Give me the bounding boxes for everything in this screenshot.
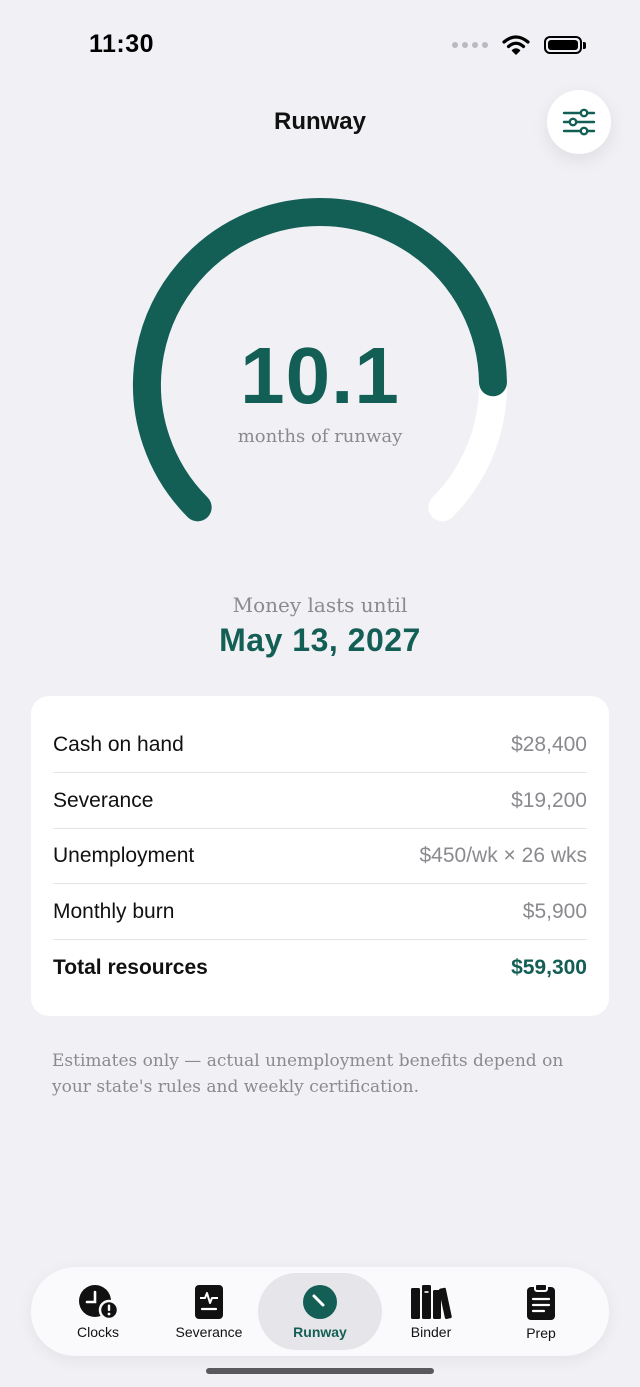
battery-icon bbox=[544, 36, 586, 54]
clock-alert-icon bbox=[79, 1284, 119, 1320]
page-title: Runway bbox=[273, 108, 366, 135]
tab-label: Binder bbox=[410, 1323, 452, 1340]
summary-row-total: Total resources $59,300 bbox=[53, 940, 587, 996]
summary-row-label: Monthly burn bbox=[53, 900, 175, 923]
runway-months-caption: months of runway bbox=[237, 426, 403, 447]
status-time: 11:30 bbox=[89, 30, 155, 58]
summary-row-value: $5,900 bbox=[522, 900, 587, 923]
money-lasts-date: May 13, 2027 bbox=[219, 622, 421, 658]
home-indicator bbox=[206, 1368, 434, 1374]
cellular-signal-icon bbox=[452, 42, 488, 48]
summary-row-unemployment: Unemployment $450/wk × 26 wks bbox=[53, 828, 587, 884]
runway-months-value: 10.1 bbox=[240, 331, 400, 420]
document-pulse-icon bbox=[195, 1284, 223, 1319]
estimates-disclaimer: Estimates only — actual unemployment ben… bbox=[52, 1051, 564, 1097]
tab-severance[interactable]: Severance bbox=[164, 1267, 254, 1356]
tab-runway[interactable]: Runway bbox=[258, 1273, 382, 1350]
filter-settings-button[interactable] bbox=[547, 90, 611, 154]
books-icon bbox=[411, 1284, 452, 1319]
clipboard-icon bbox=[527, 1282, 555, 1320]
tab-label: Clocks bbox=[76, 1323, 119, 1340]
wifi-icon bbox=[502, 35, 530, 55]
tab-binder[interactable]: Binder bbox=[386, 1267, 476, 1356]
summary-row-label: Severance bbox=[53, 789, 154, 812]
total-resources-value: $59,300 bbox=[511, 956, 587, 979]
tab-prep[interactable]: Prep bbox=[496, 1267, 586, 1356]
resources-summary-card: Cash on hand $28,400 Severance $19,200 U… bbox=[31, 696, 609, 1016]
summary-row-label: Cash on hand bbox=[53, 733, 184, 756]
summary-row-label: Unemployment bbox=[53, 844, 195, 867]
sliders-icon bbox=[562, 108, 596, 136]
summary-row-severance: Severance $19,200 bbox=[53, 773, 587, 829]
status-bar: 11:30 bbox=[0, 0, 640, 90]
tab-label: Runway bbox=[293, 1323, 347, 1340]
tab-bar: Clocks Severance Runway Binder Prep bbox=[31, 1267, 609, 1356]
summary-row-monthly-burn: Monthly burn $5,900 bbox=[53, 884, 587, 940]
summary-row-value: $450/wk × 26 wks bbox=[419, 844, 587, 867]
tab-label: Severance bbox=[175, 1323, 243, 1340]
total-resources-label: Total resources bbox=[53, 956, 208, 979]
money-lasts-label: Money lasts until bbox=[232, 593, 408, 617]
summary-row-cash: Cash on hand $28,400 bbox=[53, 717, 587, 773]
summary-row-value: $19,200 bbox=[511, 789, 587, 812]
tab-clocks[interactable]: Clocks bbox=[53, 1267, 143, 1356]
summary-row-value: $28,400 bbox=[511, 733, 587, 756]
status-icons bbox=[452, 35, 586, 55]
tab-label: Prep bbox=[526, 1324, 556, 1341]
gauge-icon bbox=[303, 1284, 337, 1319]
